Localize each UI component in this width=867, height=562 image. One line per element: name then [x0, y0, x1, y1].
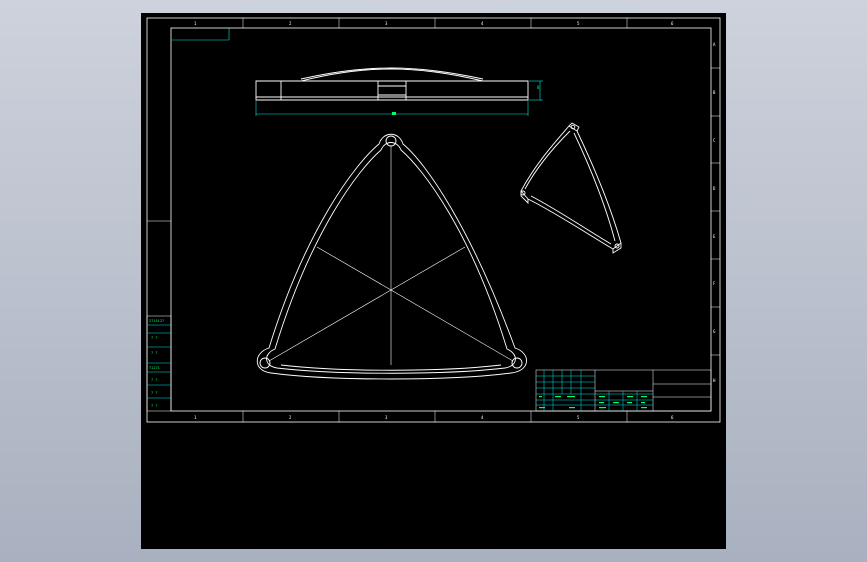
side-table-cell: 7 7 [151, 336, 158, 340]
side-table-cell: T1271 [149, 366, 160, 370]
height-dimension-text: 8 [537, 85, 540, 90]
side-table-cell: 7 7 [151, 404, 158, 408]
zone-label-right: D [713, 186, 716, 191]
reference-box [171, 28, 230, 41]
side-table-cell: 7 7 [151, 378, 158, 382]
title-block [535, 369, 712, 412]
bottom-zone-labels: 1 2 3 4 5 6 [194, 415, 674, 420]
zone-label-top: 4 [481, 21, 484, 26]
zone-label-right: A [713, 42, 716, 47]
zone-label-right: B [713, 90, 716, 95]
zone-label-right: F [713, 281, 716, 286]
sheet-border [146, 17, 721, 423]
center-marker [392, 112, 396, 115]
zone-label-bottom: 3 [385, 415, 388, 420]
right-zone-strip [711, 67, 720, 356]
zone-label-top: 1 [194, 21, 197, 26]
cad-viewport[interactable]: 1 2 3 4 5 6 1 2 3 4 5 6 A B C D E F G H … [141, 13, 726, 549]
side-table: 2714127 7 7 7 7 T1271 7 7 7 7 7 7 [146, 315, 172, 412]
zone-label-bottom: 2 [289, 415, 292, 420]
side-view [255, 67, 529, 101]
zone-label-bottom: 5 [577, 415, 580, 420]
zone-label-right: E [713, 234, 716, 239]
zone-label-right: H [713, 378, 716, 383]
zone-label-right: G [713, 329, 716, 334]
isometric-view [520, 122, 622, 254]
zone-label-bottom: 4 [481, 415, 484, 420]
right-zone-labels: A B C D E F G H [713, 42, 716, 383]
zone-label-top: 2 [289, 21, 292, 26]
zone-label-top: 6 [671, 21, 674, 26]
cad-drawing: 1 2 3 4 5 6 1 2 3 4 5 6 A B C D E F G H … [146, 17, 721, 423]
side-table-cell: 7 7 [151, 391, 158, 395]
zone-label-top: 5 [577, 21, 580, 26]
zone-label-top: 3 [385, 21, 388, 26]
plan-view [256, 133, 527, 380]
side-table-cell: 2714127 [149, 319, 164, 323]
zone-label-bottom: 6 [671, 415, 674, 420]
top-zone-labels: 1 2 3 4 5 6 [194, 21, 674, 26]
top-zone-strip [242, 18, 628, 28]
zone-label-right: C [713, 138, 716, 143]
side-table-cell: 7 7 [151, 351, 158, 355]
zone-label-bottom: 1 [194, 415, 197, 420]
bottom-zone-strip [242, 411, 628, 422]
inner-frame [170, 27, 712, 412]
